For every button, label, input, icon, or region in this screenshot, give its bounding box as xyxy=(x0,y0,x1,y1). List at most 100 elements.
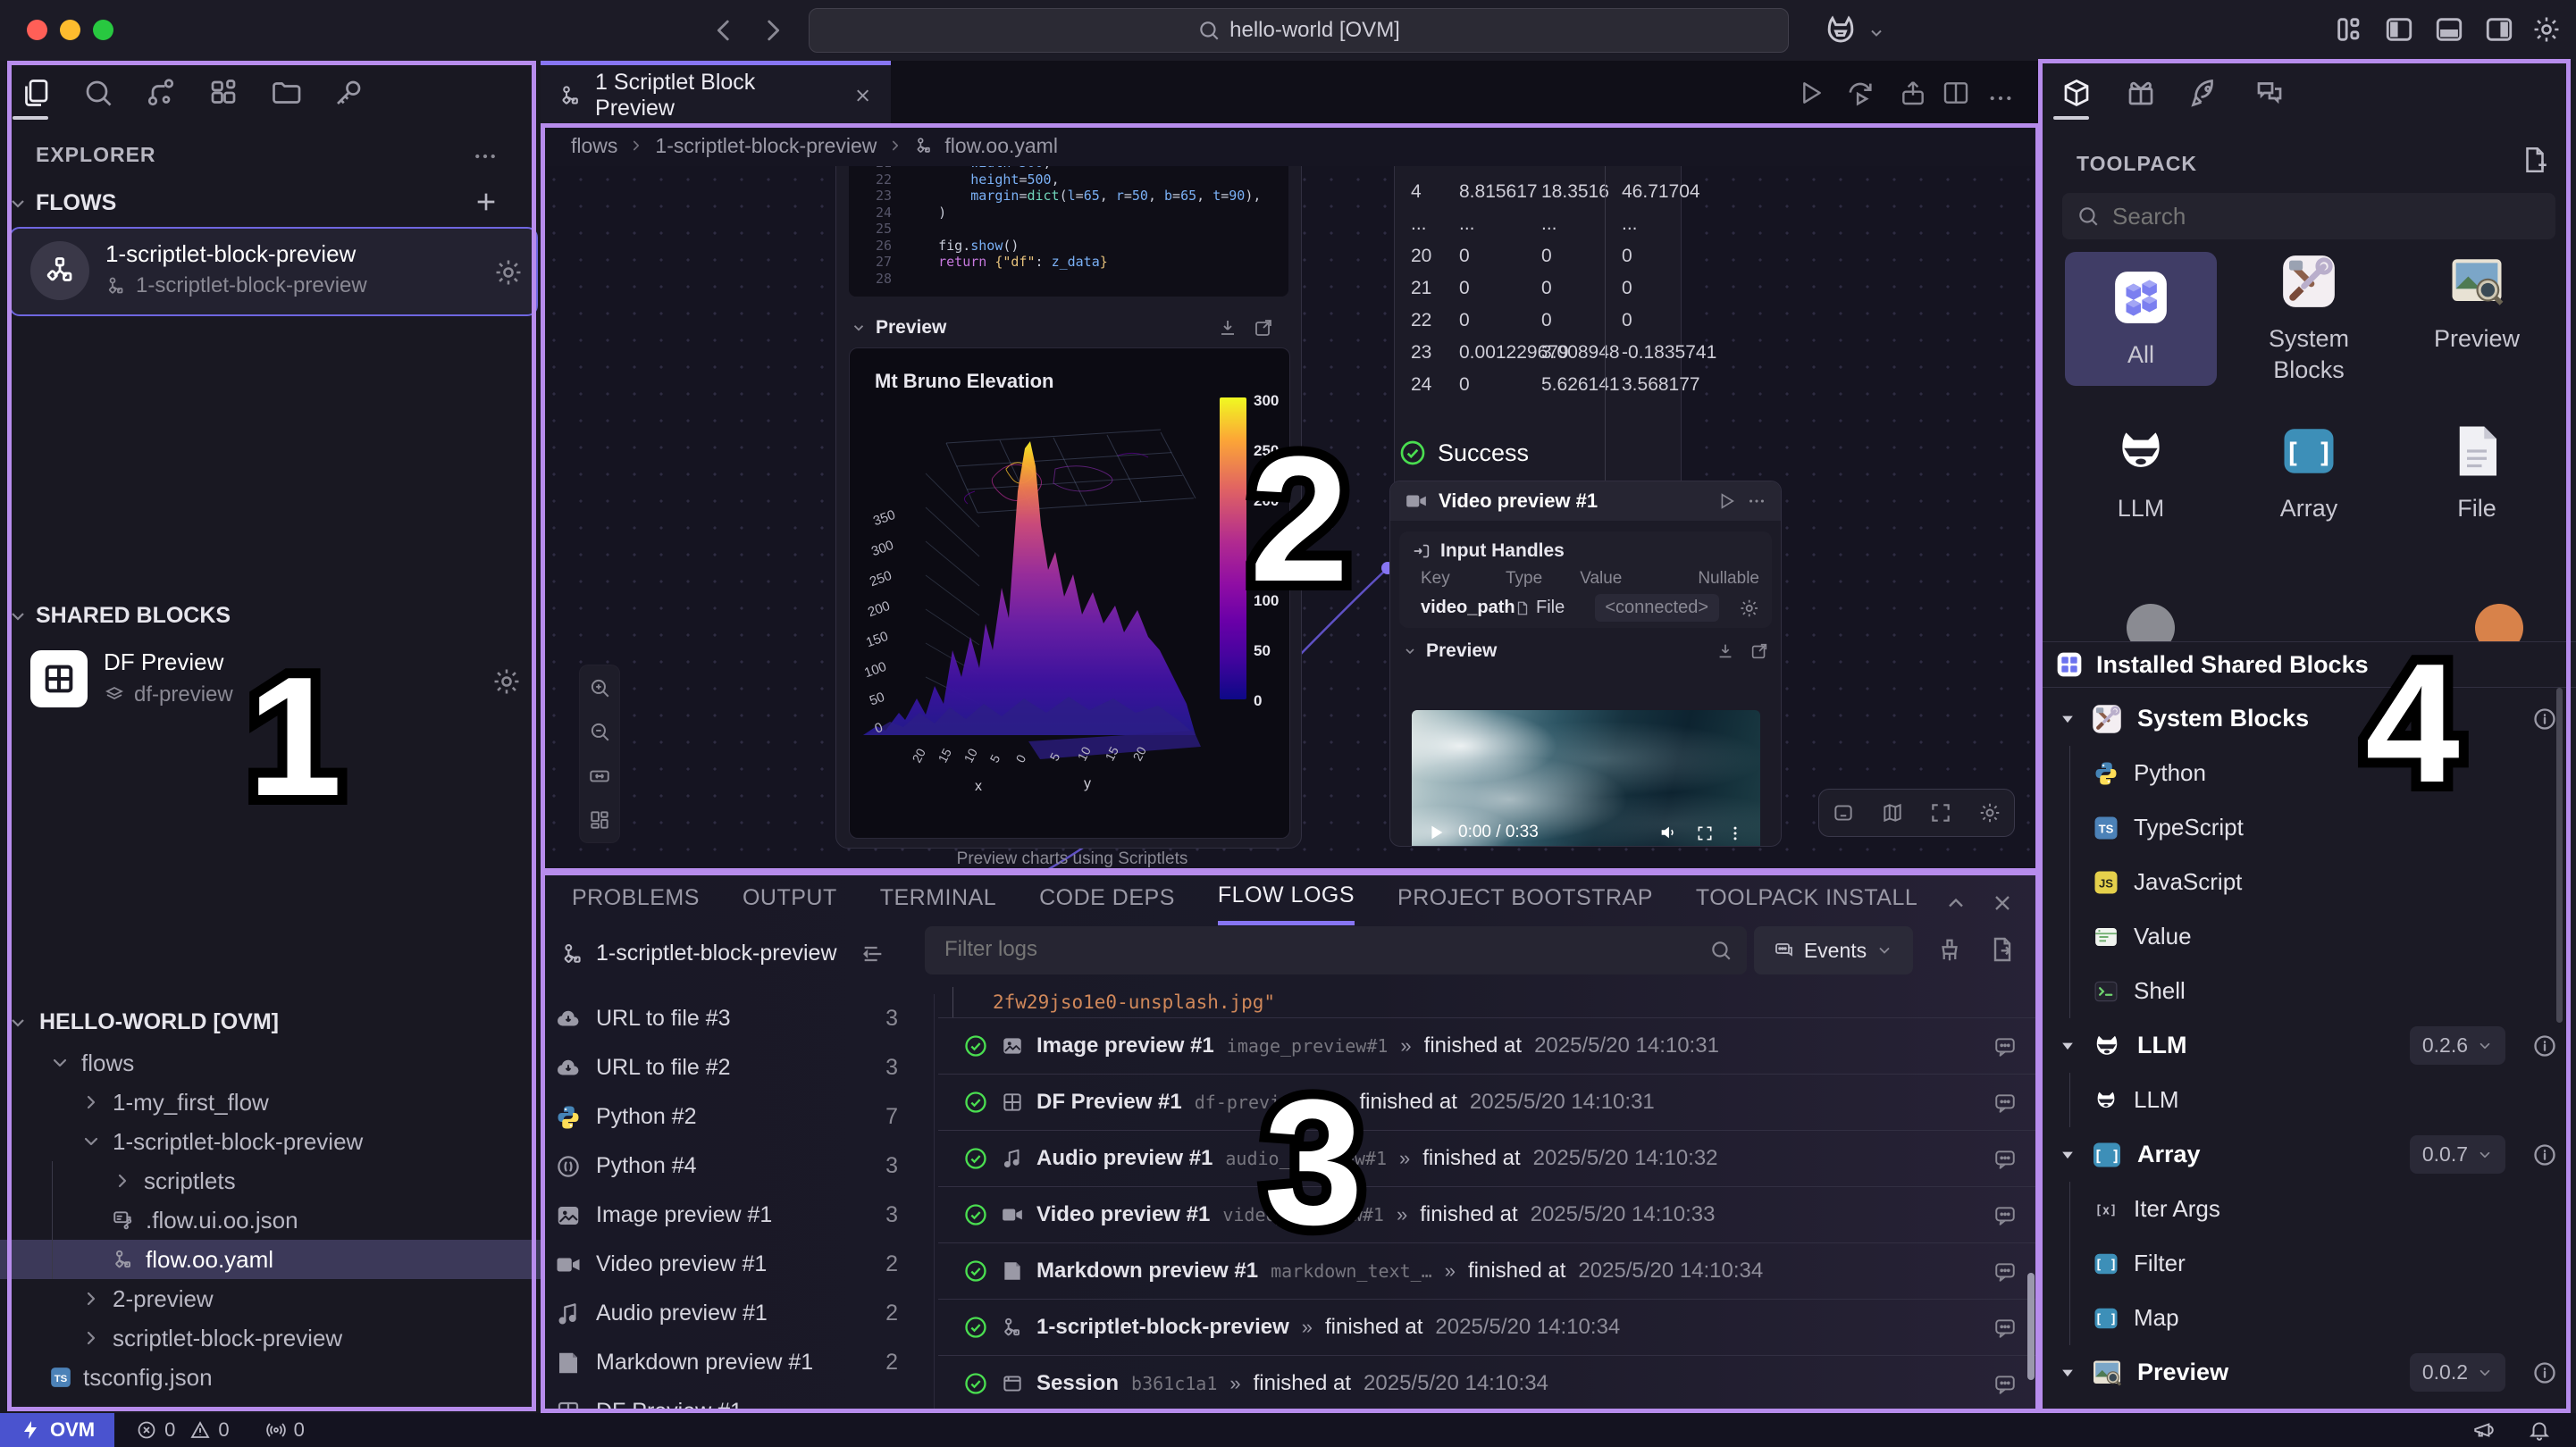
group-array[interactable]: [ ] Array 0.0.7 xyxy=(2041,1127,2576,1182)
blocks-icon[interactable] xyxy=(207,77,239,109)
video-thumbnail[interactable]: 0:00 / 0:33 xyxy=(1412,710,1760,847)
preview-section-header[interactable]: Preview xyxy=(851,317,1287,339)
block-map[interactable]: [ ]Map xyxy=(2041,1291,2576,1345)
canvas-settings-icon[interactable] xyxy=(1978,801,2001,824)
fullscreen-icon[interactable] xyxy=(1696,824,1714,842)
code-editor[interactable]: 21 width=500,22 height=500,23 margin=dic… xyxy=(849,166,1288,297)
log-entry[interactable]: Video preview #1 video_preview#1 » finis… xyxy=(938,1186,2040,1242)
chevron-down-icon[interactable] xyxy=(2059,710,2077,728)
rocket-icon[interactable] xyxy=(2189,77,2221,109)
panel-tab-toolpack-install[interactable]: TOOLPACK INSTALL xyxy=(1696,885,1917,924)
tree-item-tsconfig.json[interactable]: TStsconfig.json xyxy=(0,1358,541,1397)
log-entry[interactable]: DF Preview #1 df-preview#1 » finished at… xyxy=(938,1074,2040,1130)
settings-gear-icon[interactable] xyxy=(2531,14,2562,45)
chevron-down-icon[interactable] xyxy=(2059,1364,2077,1382)
auto-layout-icon[interactable] xyxy=(588,808,611,832)
more-actions-icon[interactable] xyxy=(472,143,499,170)
video-play-icon[interactable] xyxy=(1426,823,1446,842)
toolpack-item-preview[interactable]: Preview xyxy=(2401,252,2553,386)
chevron-down-icon[interactable] xyxy=(1867,24,1885,42)
chevron-down-icon[interactable] xyxy=(851,320,867,336)
panel-tab-project-bootstrap[interactable]: PROJECT BOOTSTRAP xyxy=(1397,885,1653,924)
shared-gear-icon[interactable] xyxy=(491,666,522,697)
block-filter[interactable]: [ ]Filter xyxy=(2041,1236,2576,1291)
folder-icon[interactable] xyxy=(270,77,302,109)
panel-tab-terminal[interactable]: TERMINAL xyxy=(880,885,996,924)
tree-item-flows[interactable]: flows xyxy=(0,1043,541,1083)
ellipsis-icon[interactable] xyxy=(1986,84,2015,113)
back-icon[interactable] xyxy=(709,15,739,46)
ovm-badge[interactable]: OVM xyxy=(0,1413,114,1447)
video-node[interactable]: Video preview #1 Input Handles KeyTypeVa… xyxy=(1389,481,1782,847)
block-python[interactable]: Python xyxy=(2041,746,2576,800)
tree-item-scriptlet-block-preview[interactable]: scriptlet-block-preview xyxy=(0,1318,541,1358)
editor-tab[interactable]: 1 Scriptlet Block Preview xyxy=(541,61,891,125)
open-external-icon[interactable] xyxy=(1749,641,1769,661)
close-icon[interactable] xyxy=(852,85,873,106)
scriptlet-node[interactable]: 21 width=500,22 height=500,23 margin=dic… xyxy=(835,166,1302,849)
chevron-down-icon[interactable] xyxy=(7,193,29,214)
search-sidebar-icon[interactable] xyxy=(82,77,114,109)
traffic-zoom-button[interactable] xyxy=(93,20,113,40)
flow-card[interactable]: 1-scriptlet-block-preview 1-scriptlet-bl… xyxy=(9,227,538,316)
log-block-item[interactable]: DF Preview #1 xyxy=(541,1387,932,1413)
download-icon[interactable] xyxy=(1716,641,1735,661)
zoom-out-icon[interactable] xyxy=(588,720,611,743)
minimap-icon[interactable] xyxy=(1881,801,1904,824)
chevron-down-icon[interactable] xyxy=(7,1012,29,1033)
address-search-field[interactable]: hello-world [OVM] xyxy=(809,8,1789,53)
version-select[interactable]: 0.2.6 xyxy=(2410,1026,2505,1065)
version-select[interactable]: 0.0.7 xyxy=(2410,1135,2505,1174)
log-block-item[interactable]: Audio preview #12 xyxy=(541,1289,932,1338)
fit-view-icon[interactable] xyxy=(1929,801,1952,824)
group-by-icon[interactable] xyxy=(860,941,885,966)
feedback-icon[interactable] xyxy=(2472,1418,2496,1442)
filter-logs-input[interactable] xyxy=(925,926,1695,962)
flow-branch-icon[interactable] xyxy=(145,77,177,109)
log-block-item[interactable]: URL to file #23 xyxy=(541,1043,932,1092)
clear-logs-icon[interactable] xyxy=(1936,937,1963,964)
mascot-icon[interactable] xyxy=(1821,12,1860,51)
tree-item-.flow.ui.oo.json[interactable]: .flow.ui.oo.json xyxy=(0,1200,541,1240)
group-llm[interactable]: LLM 0.2.6 xyxy=(2041,1018,2576,1073)
problems-status[interactable]: 0 0 xyxy=(136,1418,230,1442)
log-block-item[interactable]: URL to file #33 xyxy=(541,994,932,1043)
log-entry[interactable]: Markdown preview #1 markdown_text_… » fi… xyxy=(938,1242,2040,1299)
log-block-item[interactable]: Python #43 xyxy=(541,1142,932,1191)
traffic-close-button[interactable] xyxy=(27,20,47,40)
zoom-in-icon[interactable] xyxy=(588,676,611,699)
open-external-icon[interactable] xyxy=(1253,317,1274,339)
traffic-minimize-button[interactable] xyxy=(60,20,80,40)
export-icon[interactable] xyxy=(1899,79,1927,107)
logs-scrollbar[interactable] xyxy=(2027,1273,2035,1380)
split-editor-icon[interactable] xyxy=(1942,79,1970,107)
breadcrumb-item[interactable]: flow.oo.yaml xyxy=(944,134,1058,158)
toolpack-item-system-blocks[interactable]: SystemBlocks xyxy=(2233,252,2385,386)
panel-tab-code-deps[interactable]: CODE DEPS xyxy=(1039,885,1175,924)
sidebar-scrollbar[interactable] xyxy=(2556,688,2563,1023)
toolpack-search-input[interactable] xyxy=(2110,202,2507,231)
bell-icon[interactable] xyxy=(2528,1418,2551,1442)
log-entry[interactable]: Session b361c1a1 » finished at 2025/5/20… xyxy=(938,1355,2040,1411)
tree-item-2-preview[interactable]: 2-preview xyxy=(0,1279,541,1318)
files-icon[interactable] xyxy=(20,77,52,109)
log-block-item[interactable]: Markdown preview #12 xyxy=(541,1338,932,1387)
export-logs-icon[interactable] xyxy=(1988,935,2017,964)
play-icon[interactable] xyxy=(1716,491,1736,511)
rerun-icon[interactable] xyxy=(1845,79,1875,109)
tree-item-scriptlets[interactable]: scriptlets xyxy=(0,1161,541,1200)
group-preview[interactable]: Preview 0.0.2 xyxy=(2041,1345,2576,1400)
tree-item-1-my_first_flow[interactable]: 1-my_first_flow xyxy=(0,1083,541,1122)
log-block-item[interactable]: Python #27 xyxy=(541,1092,932,1142)
chevron-down-icon[interactable] xyxy=(1403,644,1417,658)
log-entry[interactable]: Audio preview #1 audio_preview#1 » finis… xyxy=(938,1130,2040,1186)
toolpack-box-icon[interactable] xyxy=(2060,77,2093,109)
panel-tab-output[interactable]: OUTPUT xyxy=(743,885,837,924)
toolpack-item-all[interactable]: All xyxy=(2065,252,2217,386)
block-iter-args[interactable]: [x]Iter Args xyxy=(2041,1182,2576,1236)
panel-left-icon[interactable] xyxy=(2384,14,2414,45)
tree-item-1-scriptlet-block-preview[interactable]: 1-scriptlet-block-preview xyxy=(0,1122,541,1161)
kebab-menu-icon[interactable] xyxy=(1726,824,1744,842)
panel-close-icon[interactable] xyxy=(1990,891,2015,916)
add-flow-icon[interactable] xyxy=(472,188,500,216)
